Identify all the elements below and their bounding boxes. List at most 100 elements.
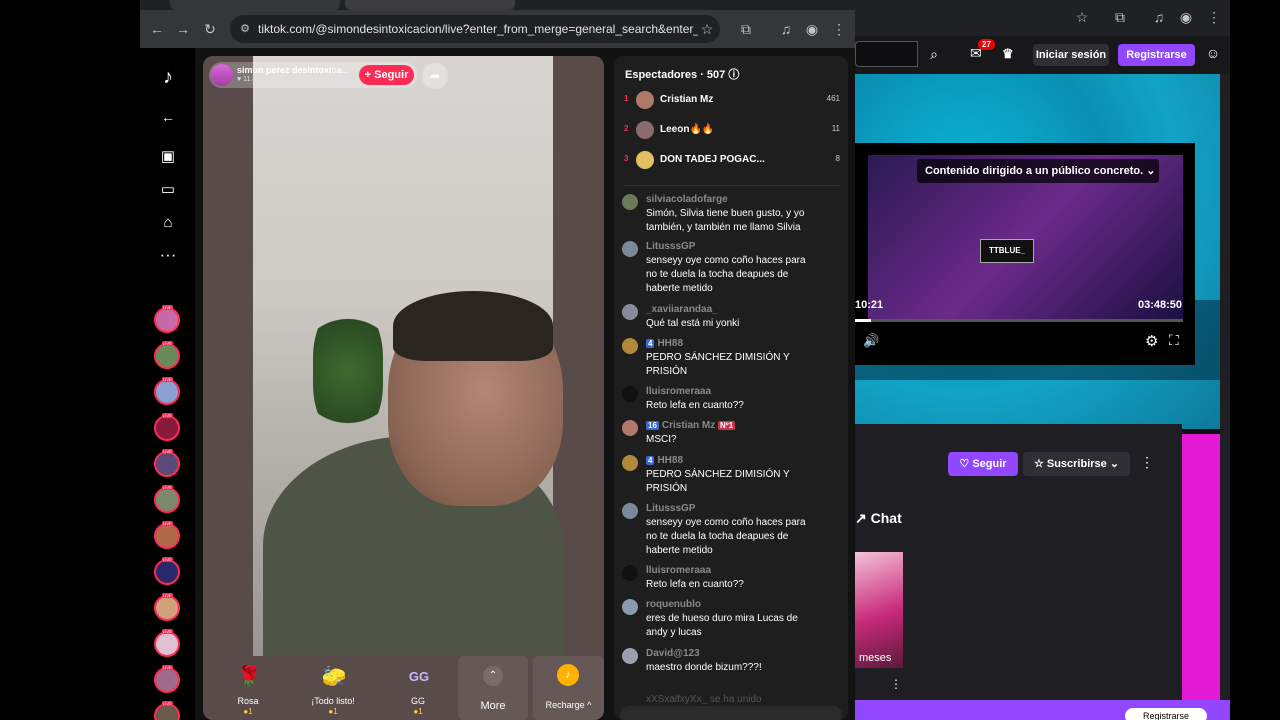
chat-message[interactable]: David@123 maestro donde bizum???! — [622, 648, 842, 678]
follow-button[interactable]: + Seguir — [359, 65, 414, 85]
prime-crown-icon[interactable]: ♛ — [1002, 46, 1014, 62]
home-icon[interactable]: ⌂ — [157, 212, 179, 234]
chat-message[interactable]: LitusssGP senseyy oye como coño haces pa… — [622, 241, 842, 295]
chat-message[interactable]: lluisromeraaa Reto lefa en cuanto?? — [622, 386, 842, 416]
chat-popout-link[interactable]: ↗ Chat — [855, 510, 902, 527]
login-button[interactable]: Iniciar sesión — [1033, 44, 1109, 66]
browser-tab-active[interactable] — [345, 0, 515, 10]
chat-message[interactable]: 16 Cristian Mz Nº1 MSCI? — [622, 420, 842, 450]
gift-gg[interactable]: GG GG ●1 — [383, 656, 453, 720]
live-avatar[interactable]: LIVE — [154, 305, 180, 333]
fullscreen-icon[interactable]: ⛶ — [1169, 332, 1179, 349]
viewer-name: Leeon🔥🔥 — [660, 124, 715, 135]
user-icon[interactable]: ☺ — [1204, 45, 1222, 65]
avatar — [622, 304, 638, 320]
chat-text: Simón, Silvia tiene buen gusto, y yo tam… — [646, 208, 805, 233]
forward-icon[interactable]: → — [174, 20, 192, 38]
chat-message[interactable]: roquenublo eres de hueso duro mira Lucas… — [622, 599, 842, 641]
live-avatar[interactable]: LIVE — [154, 449, 180, 477]
live-avatar[interactable]: LIVE — [154, 485, 180, 513]
chat-username: LitusssGP — [646, 503, 696, 514]
back-arrow-icon[interactable]: ← — [157, 106, 179, 128]
subscription-card[interactable]: meses — [855, 552, 903, 668]
site-info-icon[interactable]: ⚙ — [236, 20, 254, 38]
content-warning-dropdown[interactable]: Contenido dirigido a un público concreto… — [917, 159, 1159, 183]
address-bar[interactable]: ⚙ tiktok.com/@simondesintoxicacion/live?… — [230, 15, 720, 43]
avatar — [622, 503, 638, 519]
viewer-name: DON TADEJ POGAC... — [660, 154, 765, 165]
chat-message[interactable]: lluisromeraaa Reto lefa en cuanto?? — [622, 565, 842, 595]
host-name[interactable]: simon perez desintoxica... — [237, 65, 349, 75]
live-avatar[interactable]: LIVE — [154, 341, 180, 369]
live-avatar[interactable]: LIVE — [154, 377, 180, 405]
live-video[interactable] — [253, 56, 563, 656]
signup-banner-button[interactable]: Registrarse — [1125, 708, 1207, 720]
live-chat-panel: Espectadores · 507 ⓘ 1 Cristian Mz 461 2… — [614, 56, 848, 720]
signup-button[interactable]: Registrarse — [1118, 44, 1195, 66]
menu-kebab-icon[interactable]: ⋮ — [1205, 8, 1223, 26]
rose-icon: 🌹 — [236, 666, 262, 688]
channel-info-panel: ♡ Seguir ☆ Suscribirse ⌄ ⋮ ↗ Chat meses … — [855, 424, 1182, 720]
gift-label: ¡Todo listo! — [311, 696, 355, 706]
tiktok-logo-icon[interactable]: ♪ — [157, 66, 179, 88]
avatar — [622, 648, 638, 664]
desktop-background — [0, 0, 140, 720]
viewer-score: 8 — [835, 154, 840, 163]
profile-icon[interactable]: ◉ — [1177, 8, 1195, 26]
top-viewer-row[interactable]: 1 Cristian Mz 461 — [624, 88, 840, 114]
live-avatar[interactable]: LIVE — [154, 593, 180, 621]
viewers-title[interactable]: Espectadores · 507 ⓘ — [625, 66, 739, 82]
progress-bar[interactable] — [855, 319, 1183, 322]
chat-message[interactable]: LitusssGP senseyy oye como coño haces pa… — [622, 503, 842, 557]
back-icon[interactable]: ← — [148, 20, 166, 38]
settings-gear-icon[interactable]: ⚙ — [1145, 332, 1158, 350]
browser-tab[interactable] — [170, 0, 340, 10]
bookmark-star-icon[interactable]: ☆ — [1073, 8, 1091, 26]
menu-kebab-icon[interactable]: ⋮ — [830, 20, 848, 38]
more-gifts-button[interactable]: ⌃ More — [458, 656, 528, 720]
extensions-icon[interactable]: ⧉ — [737, 20, 755, 38]
profile-icon[interactable]: ◉ — [803, 20, 821, 38]
media-controls-icon[interactable]: ♫ — [1150, 8, 1168, 26]
avatar — [622, 599, 638, 615]
top-viewer-row[interactable]: 2 Leeon🔥🔥 11 — [624, 118, 840, 144]
live-avatar[interactable]: LIVE — [154, 701, 180, 720]
scrollbar[interactable] — [1220, 74, 1230, 700]
bookmark-star-icon[interactable]: ☆ — [698, 20, 716, 38]
subscribe-button[interactable]: ☆ Suscribirse ⌄ — [1023, 452, 1130, 476]
share-icon[interactable]: ➦ — [422, 63, 448, 89]
video-player[interactable]: TTBLUE_ Contenido dirigido a un público … — [855, 143, 1195, 365]
gift-rose[interactable]: 🌹 Rosa ●1 — [213, 656, 283, 720]
more-dots-icon[interactable]: ··· — [157, 244, 179, 266]
host-avatar[interactable] — [211, 64, 233, 86]
chat-message[interactable]: 4 HH88 PEDRO SÁNCHEZ DIMISIÓN Y PRISIÓN — [622, 455, 842, 497]
live-avatar[interactable]: LIVE — [154, 557, 180, 585]
chat-username: silviacoladofarge — [646, 194, 728, 205]
gift-coins: ●1 — [328, 707, 338, 716]
chat-text: Qué tal está mi yonki — [646, 318, 740, 329]
follow-button[interactable]: ♡ Seguir — [948, 452, 1018, 476]
top-viewer-row[interactable]: 3 DON TADEJ POGAC... 8 — [624, 148, 840, 174]
live-avatar[interactable]: LIVE — [154, 629, 180, 657]
media-controls-icon[interactable]: ♫ — [777, 20, 795, 38]
video-camera-icon[interactable]: ▭ — [157, 179, 179, 201]
live-avatar[interactable]: LIVE — [154, 413, 180, 441]
search-input[interactable] — [855, 41, 918, 67]
more-options-icon[interactable]: ⋮ — [1140, 454, 1154, 471]
volume-icon[interactable]: 🔊 — [863, 333, 879, 349]
card-more-icon[interactable]: ⋮ — [890, 677, 902, 691]
reload-icon[interactable]: ↻ — [201, 20, 219, 38]
live-avatar[interactable]: LIVE — [154, 665, 180, 693]
chat-message[interactable]: silviacoladofarge Simón, Silvia tiene bu… — [622, 194, 842, 236]
chat-message[interactable]: 4 HH88 PEDRO SÁNCHEZ DIMISIÓN Y PRISIÓN — [622, 338, 842, 380]
live-avatar[interactable]: LIVE — [154, 521, 180, 549]
sponge-icon: 🧽 — [321, 666, 347, 688]
live-tv-icon[interactable]: ▣ — [157, 146, 179, 168]
recharge-button[interactable]: ♪ Recharge ^ — [533, 656, 604, 720]
extensions-icon[interactable]: ⧉ — [1111, 8, 1129, 26]
gift-todo-listo[interactable]: 🧽 ¡Todo listo! ●1 — [298, 656, 368, 720]
chat-message[interactable]: _xaviiarandaa_ Qué tal está mi yonki — [622, 304, 842, 334]
search-icon[interactable]: ⌕ — [921, 41, 947, 67]
url-text: tiktok.com/@simondesintoxicacion/live?en… — [258, 22, 698, 36]
chat-input[interactable] — [620, 706, 842, 720]
